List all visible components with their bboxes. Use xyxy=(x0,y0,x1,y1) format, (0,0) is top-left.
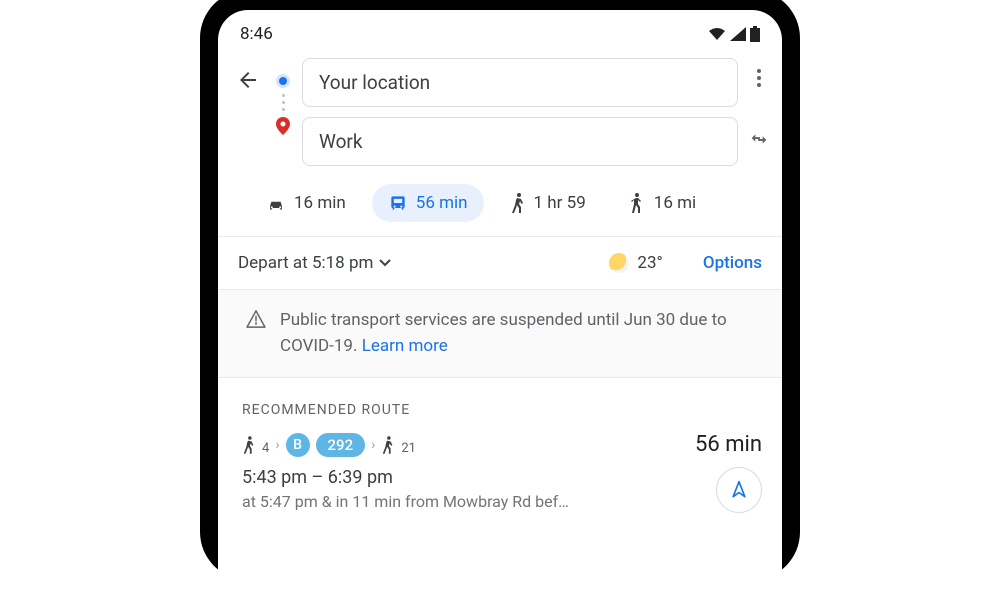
learn-more-link[interactable]: Learn more xyxy=(362,336,448,356)
route-time-range: 5:43 pm – 6:39 pm xyxy=(242,467,569,488)
route-departure-detail: at 5:47 pm & in 11 min from Mowbray Rd b… xyxy=(242,492,569,511)
screen: 8:46 xyxy=(218,10,782,580)
mode-driving[interactable]: 16 min xyxy=(250,184,362,222)
mode-rideshare[interactable]: 16 mi xyxy=(612,184,712,222)
mode-transit[interactable]: 56 min xyxy=(372,184,484,222)
origin-dot-icon xyxy=(276,74,290,88)
weather-display: 23° xyxy=(609,253,662,273)
mode-walking[interactable]: 1 hr 59 xyxy=(494,184,602,222)
depart-row: Depart at 5:18 pm 23° Options xyxy=(218,237,782,290)
walk-icon xyxy=(381,435,395,455)
mode-walking-label: 1 hr 59 xyxy=(534,193,586,213)
directions-search: Your location Work xyxy=(218,50,782,170)
destination-input[interactable]: Work xyxy=(302,117,738,166)
chevron-right-icon: › xyxy=(275,437,279,453)
temperature: 23° xyxy=(637,253,662,273)
battery-icon xyxy=(750,26,760,42)
recommended-route[interactable]: 4 › B 292 › 21 56 min 5:43 pm – 6:39 pm … xyxy=(218,428,782,523)
depart-time-selector[interactable]: Depart at 5:18 pm xyxy=(238,253,391,273)
mode-driving-label: 16 min xyxy=(294,193,346,213)
walk2-minutes: 21 xyxy=(401,441,416,456)
recommended-header: Recommended Route xyxy=(218,378,782,428)
wifi-icon xyxy=(708,27,726,41)
transit-alert: Public transport services are suspended … xyxy=(218,290,782,378)
travel-modes: 16 min 56 min 1 hr 59 16 mi xyxy=(218,170,782,237)
depart-label: Depart at 5:18 pm xyxy=(238,253,373,273)
signal-icon xyxy=(730,27,746,41)
destination-pin-icon xyxy=(276,117,290,135)
route-dots-icon xyxy=(282,94,285,111)
walk1-minutes: 4 xyxy=(262,441,269,456)
weather-icon xyxy=(609,253,629,273)
bus-line-badge: B xyxy=(286,433,310,457)
start-navigation-button[interactable] xyxy=(716,467,762,513)
chevron-right-icon: › xyxy=(371,437,375,453)
route-steps: 4 › B 292 › 21 xyxy=(242,433,416,457)
route-summary: 4 › B 292 › 21 56 min xyxy=(242,432,762,457)
route-duration: 56 min xyxy=(695,432,762,457)
chevron-down-icon xyxy=(379,259,391,267)
walk-icon xyxy=(242,435,256,455)
warning-icon xyxy=(246,308,266,359)
location-inputs: Your location Work xyxy=(302,58,738,166)
bus-number-badge: 292 xyxy=(316,433,366,457)
status-time: 8:46 xyxy=(240,24,273,44)
options-button[interactable]: Options xyxy=(703,253,762,273)
transit-icon xyxy=(388,193,408,213)
overflow-menu-button[interactable] xyxy=(749,68,769,88)
back-button[interactable] xyxy=(232,58,264,102)
walk-icon xyxy=(510,192,526,214)
waypoint-indicators xyxy=(270,58,296,135)
route-details: 5:43 pm – 6:39 pm at 5:47 pm & in 11 min… xyxy=(242,467,762,513)
status-bar: 8:46 xyxy=(218,10,782,50)
rideshare-icon xyxy=(628,192,646,214)
alert-body: Public transport services are suspended … xyxy=(280,308,762,359)
car-icon xyxy=(266,194,286,212)
swap-locations-button[interactable] xyxy=(748,128,770,150)
alert-text: Public transport services are suspended … xyxy=(280,310,727,356)
mode-transit-label: 56 min xyxy=(416,193,468,213)
mode-rideshare-label: 16 mi xyxy=(654,193,696,213)
input-actions xyxy=(744,58,774,160)
origin-input[interactable]: Your location xyxy=(302,58,738,107)
status-icons xyxy=(708,26,760,42)
phone-frame: 8:46 xyxy=(200,0,800,580)
